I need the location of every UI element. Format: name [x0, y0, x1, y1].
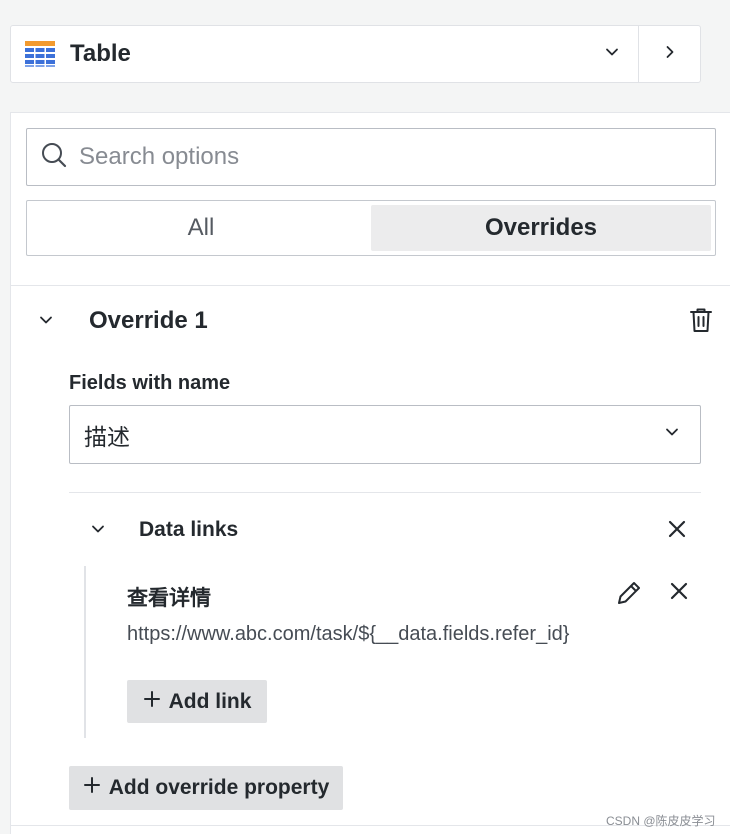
- matcher-value: 描述: [84, 423, 130, 450]
- divider: [69, 492, 701, 493]
- watermark: CSDN @陈皮皮学习: [606, 814, 716, 828]
- visualization-picker[interactable]: Table: [10, 25, 701, 83]
- search-box[interactable]: [26, 128, 716, 186]
- tab-overrides[interactable]: Overrides: [371, 205, 711, 251]
- trash-icon[interactable]: [688, 306, 714, 339]
- visualization-picker-main[interactable]: Table: [11, 26, 594, 82]
- pencil-icon[interactable]: [615, 579, 643, 612]
- options-pane: All Overrides Override 1 Fields with nam…: [10, 112, 730, 834]
- add-override-property-label: Add override property: [108, 776, 330, 799]
- table-grid-icon: [24, 40, 56, 68]
- plus-icon: [83, 776, 101, 800]
- add-override-property-button[interactable]: Add override property: [69, 766, 343, 810]
- data-link-url: https://www.abc.com/task/${__data.fields…: [127, 623, 570, 645]
- search-icon: [41, 142, 67, 173]
- chevron-down-icon: [604, 44, 620, 65]
- divider: [11, 285, 730, 286]
- close-icon[interactable]: [668, 580, 690, 607]
- property-header[interactable]: Data links: [69, 513, 701, 549]
- visualization-dropdown-button[interactable]: [594, 26, 630, 82]
- tab-all[interactable]: All: [31, 205, 371, 251]
- matcher-label: Fields with name: [69, 372, 231, 394]
- override-title: Override 1: [89, 307, 208, 334]
- visualization-next-button[interactable]: [638, 26, 700, 82]
- plus-icon: [143, 690, 161, 714]
- options-tabs: All Overrides: [26, 200, 716, 256]
- override-header[interactable]: Override 1: [11, 303, 730, 339]
- data-link-list: 查看详情 https://www.abc.com/task/${__data.f…: [84, 566, 704, 738]
- property-title: Data links: [139, 518, 239, 541]
- chevron-down-icon[interactable]: [37, 311, 55, 334]
- add-link-button[interactable]: Add link: [127, 680, 267, 723]
- chevron-down-icon: [664, 424, 680, 445]
- chevron-down-icon[interactable]: [89, 520, 107, 543]
- chevron-right-icon: [662, 44, 678, 65]
- close-icon[interactable]: [666, 518, 688, 545]
- visualization-title: Table: [70, 40, 131, 67]
- add-link-label: Add link: [168, 689, 252, 713]
- data-link-title: 查看详情: [127, 587, 211, 610]
- search-input[interactable]: [77, 142, 677, 172]
- matcher-select[interactable]: 描述: [69, 405, 701, 464]
